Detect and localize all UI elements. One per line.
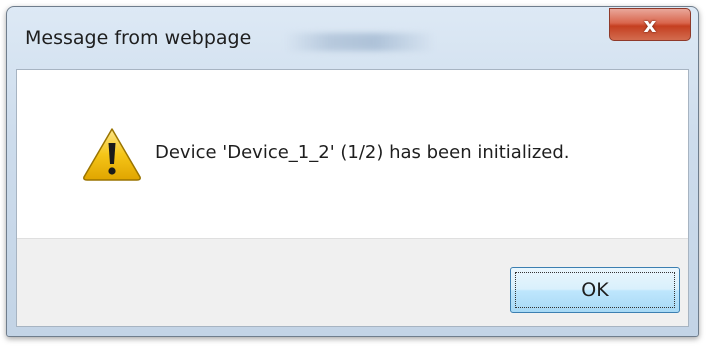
title-bar[interactable]: Message from webpage x [7, 7, 698, 69]
close-icon: x [643, 12, 657, 37]
message-area: Device 'Device_1_2' (1/2) has been initi… [17, 70, 688, 238]
title-blur-region [285, 33, 435, 51]
button-area: OK [17, 238, 688, 326]
dialog-content: Device 'Device_1_2' (1/2) has been initi… [16, 69, 689, 327]
dialog-title: Message from webpage [25, 27, 252, 49]
close-button[interactable]: x [609, 8, 691, 41]
message-dialog: Message from webpage x Device 'Device_1_… [6, 6, 699, 337]
ok-button[interactable]: OK [510, 267, 680, 313]
ok-button-label: OK [581, 279, 609, 301]
warning-icon [83, 128, 141, 181]
message-text: Device 'Device_1_2' (1/2) has been initi… [155, 142, 570, 163]
